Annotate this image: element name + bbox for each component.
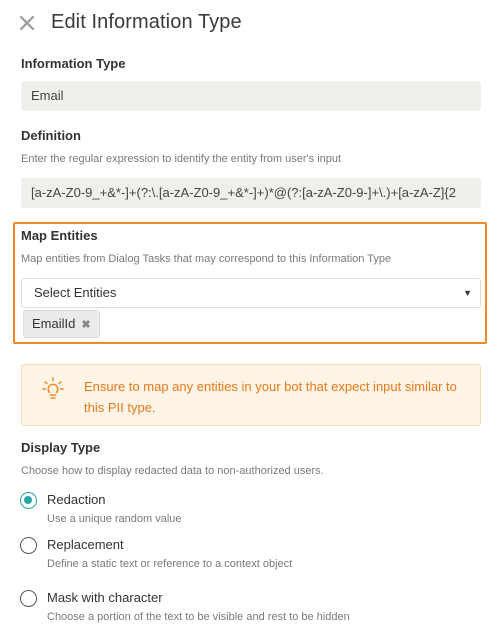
close-icon[interactable] [16, 12, 38, 34]
radio-redaction[interactable] [20, 492, 37, 509]
lightbulb-icon [42, 377, 64, 399]
definition-hint: Enter the regular expression to identify… [21, 153, 342, 165]
display-option-redaction[interactable]: Redaction Use a unique random value [20, 492, 480, 532]
map-entities-label: Map Entities [21, 228, 98, 243]
definition-regex-field: [a-zA-Z0-9_+&*-]+(?:\.[a-zA-Z0-9_+&*-]+)… [21, 178, 481, 208]
panel-header: Edit Information Type [0, 0, 497, 48]
radio-replacement[interactable] [20, 537, 37, 554]
alert-message: Ensure to map any entities in your bot t… [84, 379, 457, 415]
radio-label-mask-with-character: Mask with character [47, 590, 163, 605]
information-type-label: Information Type [21, 56, 126, 71]
definition-label: Definition [21, 128, 81, 143]
radio-label-replacement: Replacement [47, 537, 124, 552]
entity-mapping-alert: Ensure to map any entities in your bot t… [21, 364, 481, 426]
remove-chip-icon[interactable]: ✖ [81, 312, 90, 338]
select-entities-label: Select Entities [34, 285, 117, 300]
radio-description-replacement: Define a static text or reference to a c… [47, 558, 293, 570]
display-option-replacement[interactable]: Replacement Define a static text or refe… [20, 537, 480, 577]
radio-mask-with-character[interactable] [20, 590, 37, 607]
select-entities-dropdown[interactable]: Select Entities ▼ [21, 278, 481, 308]
map-entities-hint: Map entities from Dialog Tasks that may … [21, 253, 392, 265]
caret-down-icon: ▼ [463, 288, 472, 298]
page-title: Edit Information Type [51, 11, 242, 33]
radio-label-redaction: Redaction [47, 492, 106, 507]
radio-description-mask-with-character: Choose a portion of the text to be visib… [47, 611, 350, 623]
entity-chip: EmailId ✖ [23, 310, 100, 338]
information-type-field: Email [21, 81, 481, 111]
entity-chip-label: EmailId [32, 316, 76, 331]
display-option-mask[interactable]: Mask with character Choose a portion of … [20, 590, 480, 630]
edit-information-type-panel: Edit Information Type Information Type E… [0, 0, 497, 643]
display-type-hint: Choose how to display redacted data to n… [21, 465, 324, 477]
display-type-label: Display Type [21, 440, 101, 455]
radio-description-redaction: Use a unique random value [47, 513, 182, 525]
